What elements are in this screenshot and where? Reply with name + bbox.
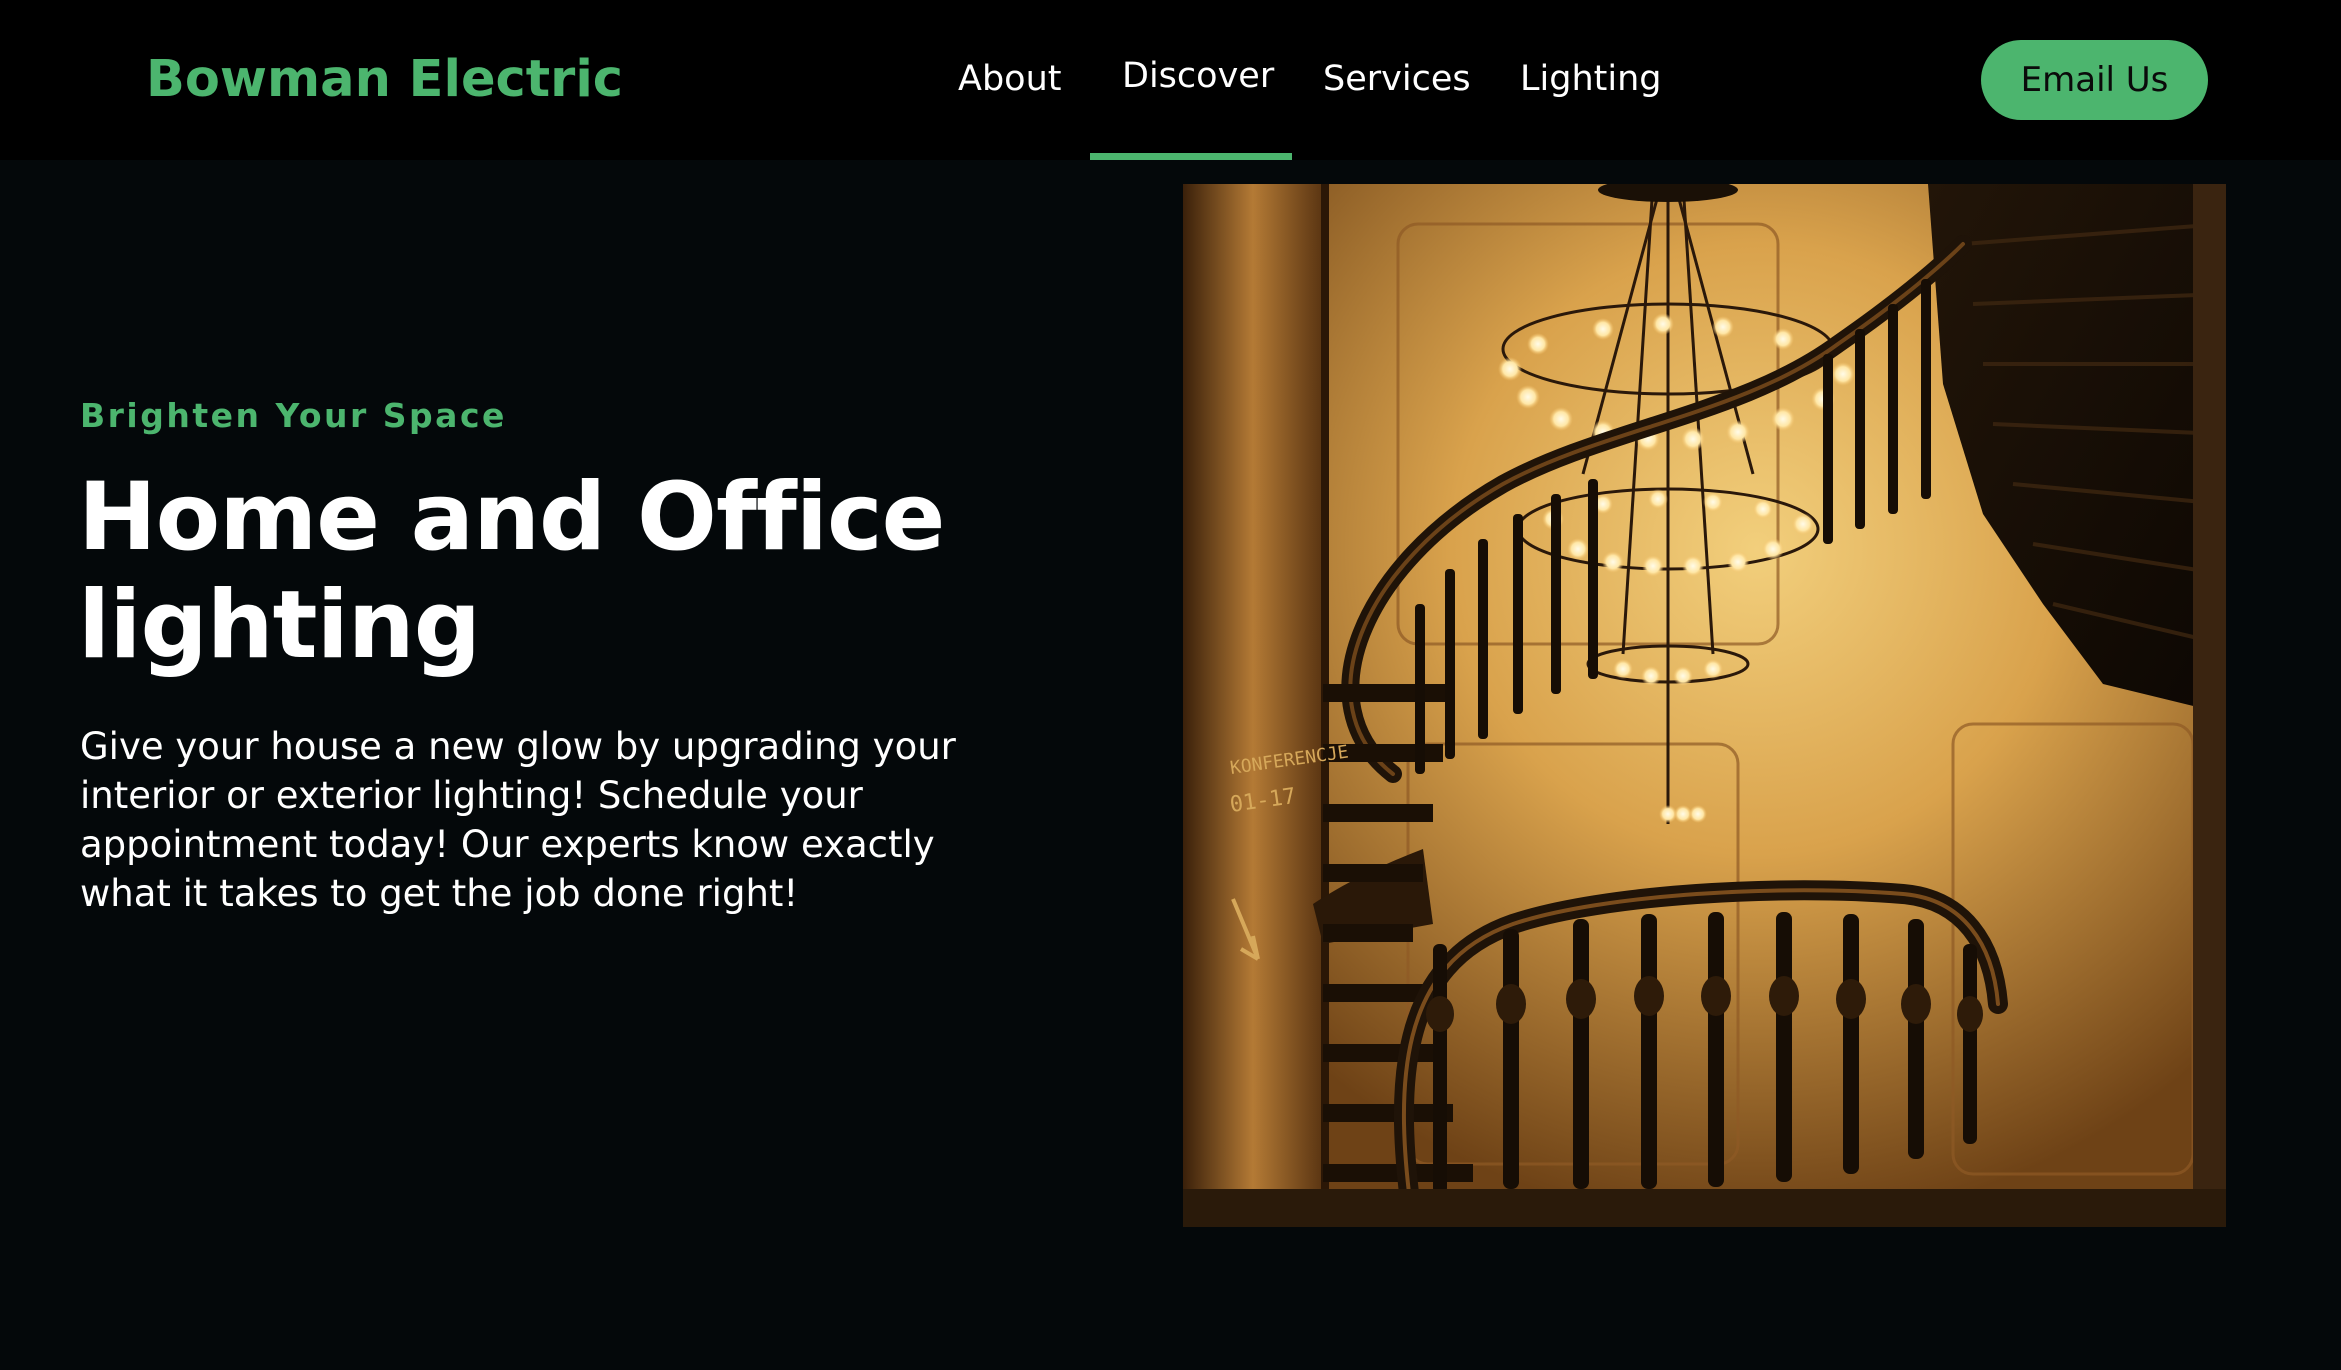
nav-link-services[interactable]: Services xyxy=(1323,56,1471,102)
nav-link-discover[interactable]: Discover xyxy=(1122,53,1274,99)
hero-description: Give your house a new glow by upgrading … xyxy=(80,725,956,915)
top-navbar: Bowman Electric About Discover Services … xyxy=(0,0,2341,160)
hero-eyebrow: Brighten Your Space xyxy=(80,396,507,435)
nav-link-lighting[interactable]: Lighting xyxy=(1520,56,1661,102)
nav-link-about[interactable]: About xyxy=(958,56,1061,102)
active-nav-indicator xyxy=(1090,153,1292,160)
email-us-button[interactable]: Email Us xyxy=(1981,40,2208,120)
hero-title: Home and Office lighting xyxy=(78,463,945,680)
brand-logo-text[interactable]: Bowman Electric xyxy=(146,48,623,112)
staircase-chandelier-image: KONFERENCJE 01-17 xyxy=(1183,184,2226,1227)
